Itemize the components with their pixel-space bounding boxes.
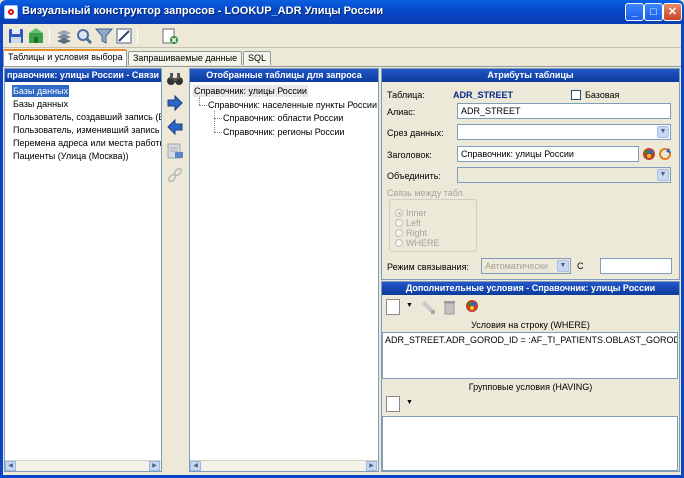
open-icon[interactable] (27, 27, 45, 45)
list-item[interactable]: Пользователь, изменивший запись (13, 124, 160, 136)
alias-label: Алиас: (387, 107, 416, 117)
tree-item[interactable]: Справочник: населенные пункты России (208, 99, 377, 111)
layers-icon[interactable] (55, 27, 73, 45)
tab-requested-data[interactable]: Запрашиваемые данные (128, 51, 242, 65)
list-item[interactable]: Пациенты (Улица (Москва)) (13, 150, 129, 162)
link-icon[interactable] (166, 166, 184, 184)
toolbar (3, 24, 681, 48)
slice-label: Срез данных: (387, 128, 444, 138)
scroll-right-icon[interactable]: ▶ (149, 461, 160, 471)
close-button[interactable]: ✕ (663, 3, 682, 21)
arrow-left-icon[interactable] (166, 118, 184, 136)
window-titlebar: Визуальный конструктор запросов - LOOKUP… (0, 0, 684, 24)
scroll-left-icon[interactable]: ◀ (190, 461, 201, 471)
scroll-left-icon[interactable]: ◀ (5, 461, 16, 471)
tab-strip: Таблицы и условия выбора Запрашиваемые д… (3, 49, 681, 66)
link-mode-value: Автоматически (485, 261, 548, 271)
color-palette-icon[interactable] (642, 147, 656, 161)
link-mode-select[interactable]: Автоматически ▼ (481, 258, 571, 274)
binoculars-icon[interactable] (166, 70, 184, 88)
find-icon[interactable] (75, 27, 93, 45)
c-label: С (577, 261, 584, 271)
horizontal-scrollbar[interactable]: ◀ ▶ (5, 460, 161, 471)
where-textarea[interactable]: ADR_STREET.ADR_GOROD_ID = :AF_TI_PATIENT… (382, 332, 678, 379)
caption-input[interactable]: Справочник: улицы России (457, 146, 639, 162)
c-input[interactable] (600, 258, 672, 274)
maximize-button[interactable]: □ (644, 3, 663, 21)
edit-icon[interactable] (115, 27, 133, 45)
minimize-button[interactable]: _ (625, 3, 644, 21)
tab-underline (3, 66, 681, 67)
tab-sql[interactable]: SQL (243, 51, 271, 65)
list-item[interactable]: Базы данных (12, 85, 70, 97)
trash-icon[interactable] (443, 299, 456, 315)
chevron-down-icon[interactable]: ▼ (657, 169, 669, 181)
arrow-right-icon[interactable] (166, 94, 184, 112)
new-condition-icon[interactable] (386, 299, 400, 315)
having-textarea[interactable] (382, 416, 678, 471)
selected-tables-panel: Отобранные таблицы для запроса Справочни… (189, 68, 379, 472)
having-label: Групповые условия (HAVING) (468, 382, 593, 392)
refresh-icon[interactable] (658, 147, 672, 161)
chevron-down-icon[interactable]: ▼ (557, 260, 569, 272)
scroll-right-icon[interactable]: ▶ (366, 461, 377, 471)
conditions-header: Дополнительные условия - Справочник: ули… (382, 282, 679, 295)
radio-right[interactable] (395, 229, 403, 237)
selected-tables-header: Отобранные таблицы для запроса (190, 69, 378, 82)
save-icon[interactable] (7, 27, 25, 45)
window-title: Визуальный конструктор запросов - LOOKUP… (22, 5, 384, 17)
list-item[interactable]: Пользователь, создавший запись (В (13, 111, 161, 123)
union-select[interactable]: ▼ (457, 167, 671, 183)
list-item[interactable]: Базы данных (13, 98, 68, 110)
app-icon (4, 5, 18, 19)
list-item[interactable]: Перемена адреса или места работы (13, 137, 161, 149)
base-label: Базовая (585, 90, 620, 100)
join-group-label: Связь между табл. (387, 188, 466, 198)
toolbar-separator (49, 28, 50, 44)
new-having-icon[interactable] (386, 396, 400, 412)
attributes-header: Атрибуты таблицы (382, 69, 679, 82)
alias-input[interactable]: ADR_STREET (457, 103, 671, 119)
radio-left[interactable] (395, 219, 403, 227)
tree-line (214, 118, 222, 119)
table-properties-icon[interactable] (166, 142, 184, 160)
link-mode-label: Режим связывания: (387, 262, 469, 272)
toolbar-separator (137, 28, 138, 44)
chevron-down-icon[interactable]: ▼ (657, 126, 669, 138)
new-dropdown-icon[interactable]: ▼ (406, 302, 413, 309)
where-label: Условия на строку (WHERE) (471, 320, 590, 330)
union-label: Объединить: (387, 171, 441, 181)
table-label: Таблица: (387, 90, 425, 100)
radio-where-label: WHERE (406, 238, 440, 248)
radio-left-label: Left (406, 218, 422, 228)
color-palette-icon[interactable] (465, 299, 479, 313)
radio-inner[interactable] (395, 209, 403, 217)
radio-inner-label: Inner (406, 208, 427, 218)
radio-where[interactable] (395, 239, 403, 247)
radio-right-label: Right (406, 228, 428, 238)
table-value: ADR_STREET (453, 90, 514, 100)
filter-icon[interactable] (94, 27, 114, 45)
brush-icon[interactable] (422, 299, 436, 315)
tree-line (214, 111, 215, 132)
links-panel: правочник: улицы России - Связи Базы дан… (4, 68, 162, 472)
new-having-dropdown-icon[interactable]: ▼ (406, 399, 413, 406)
exit-icon[interactable] (161, 27, 179, 45)
tree-line (199, 105, 207, 106)
slice-select[interactable]: ▼ (457, 124, 671, 140)
tree-item[interactable]: Справочник: области России (223, 112, 343, 124)
horizontal-scrollbar[interactable]: ◀ ▶ (190, 460, 378, 471)
base-checkbox[interactable] (571, 90, 581, 100)
caption-label: Заголовок: (387, 150, 432, 160)
tab-tables-conditions[interactable]: Таблицы и условия выбора (3, 49, 127, 66)
tree-line (214, 132, 222, 133)
tree-item[interactable]: Справочник: регионы России (223, 126, 344, 138)
window-frame-left (0, 24, 3, 478)
tree-line (199, 97, 200, 105)
links-panel-header: правочник: улицы России - Связи (5, 69, 161, 82)
tree-root-item[interactable]: Справочник: улицы России (193, 85, 308, 97)
